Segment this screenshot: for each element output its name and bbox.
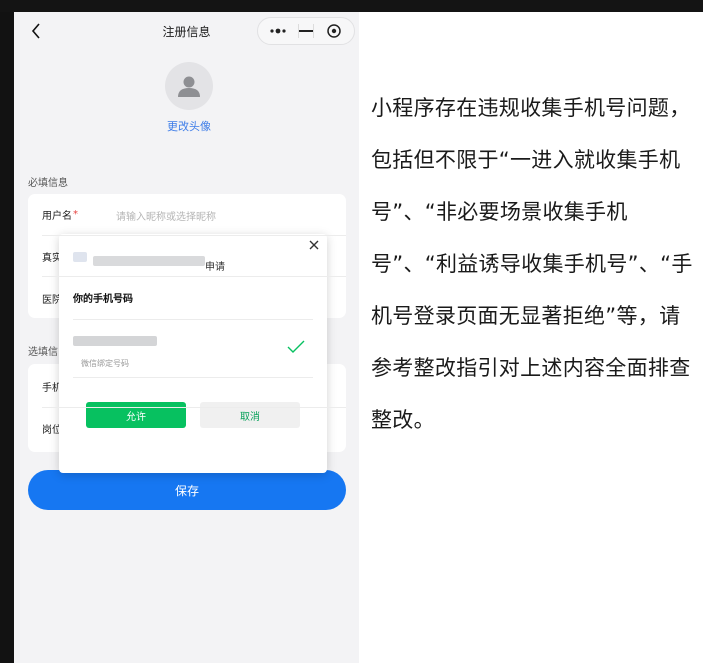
username-label: 用户名	[42, 210, 72, 222]
username-field-label: 用户名 *	[42, 204, 78, 224]
optional-section-label: 选填信	[28, 347, 58, 358]
save-button[interactable]: 保存	[28, 470, 346, 510]
change-avatar-link[interactable]: 更改头像	[164, 119, 214, 134]
username-input[interactable]: 请输入昵称或选择昵称	[116, 208, 216, 223]
bound-number-hint: 微信绑定号码	[81, 359, 129, 368]
close-icon[interactable]	[307, 238, 321, 252]
cancel-button[interactable]: 取消	[200, 402, 300, 428]
request-text: 申请	[205, 262, 225, 273]
minimize-icon[interactable]	[299, 18, 314, 44]
required-mark: *	[73, 208, 78, 220]
dialog-divider	[73, 319, 313, 320]
app-name-blurred	[93, 256, 205, 266]
review-note-panel: 小程序存在违规收集手机号问题，包括但不限于“一进入就收集手机号”、“非必要场景收…	[359, 12, 703, 663]
phone-number-blurred	[73, 336, 157, 346]
close-miniprogram-icon[interactable]	[314, 18, 354, 44]
avatar[interactable]	[165, 62, 213, 110]
row-divider	[42, 235, 346, 236]
person-icon	[178, 76, 200, 97]
review-note-text: 小程序存在违规收集手机号问题，包括但不限于“一进入就收集手机号”、“非必要场景收…	[371, 96, 693, 432]
dialog-title: 你的手机号码	[73, 294, 133, 305]
menu-capsule	[257, 17, 355, 45]
more-icon[interactable]	[258, 18, 298, 44]
top-edge	[0, 0, 703, 12]
row-divider	[42, 276, 346, 277]
app-logo-blurred	[73, 252, 87, 262]
allow-button[interactable]: 允许	[86, 402, 186, 428]
required-section-label: 必填信息	[28, 178, 68, 189]
back-icon[interactable]	[26, 19, 46, 43]
row-divider	[42, 407, 346, 408]
dialog-divider	[73, 377, 313, 378]
mini-program-screen: 注册信息 更改头像 必填信息 用户名 * 请输入昵称或选择昵称 真实 医院 选填…	[14, 12, 359, 663]
checkmark-icon	[287, 340, 305, 353]
phone-authorization-dialog: 申请 你的手机号码 微信绑定号码 允许 取消	[59, 234, 327, 473]
navigation-bar: 注册信息	[14, 12, 359, 50]
left-edge	[0, 12, 14, 663]
